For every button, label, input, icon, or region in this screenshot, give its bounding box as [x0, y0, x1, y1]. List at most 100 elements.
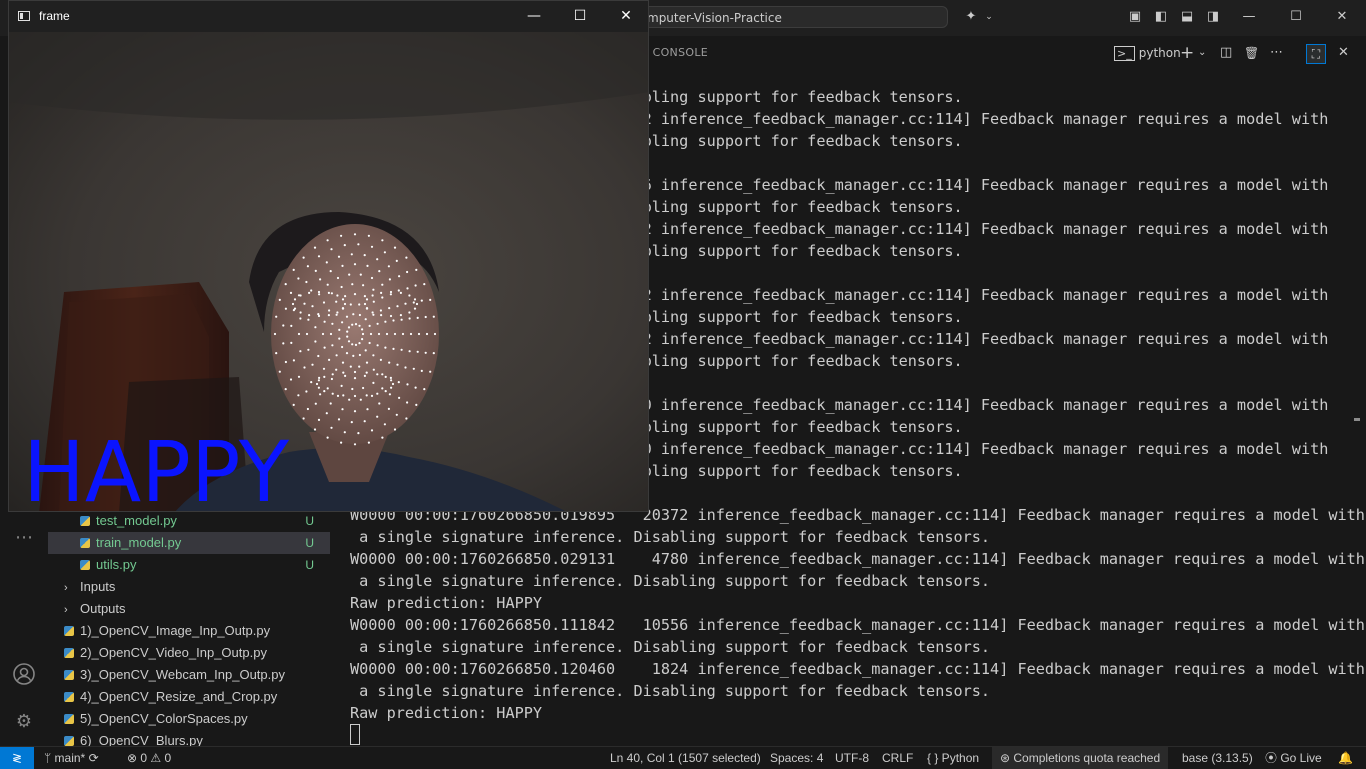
landmark-dot — [376, 322, 379, 325]
landmark-dot — [361, 328, 364, 331]
eol-status[interactable]: CRLF — [882, 747, 913, 769]
explorer-folder[interactable]: › Outputs — [48, 598, 330, 620]
more-icon[interactable]: ⋯ — [12, 526, 36, 550]
landmark-dot — [358, 303, 361, 306]
cv-maximize-button[interactable]: ☐ — [557, 1, 603, 32]
landmark-dot — [323, 320, 326, 323]
language-mode[interactable]: { } Python — [927, 747, 979, 769]
landmark-dot — [408, 350, 411, 353]
problems-status[interactable]: ⊗ 0 ⚠ 0 — [127, 747, 171, 769]
landmark-dot — [302, 256, 305, 259]
copilot-dropdown-chevron-icon[interactable]: ⌄ — [980, 8, 998, 26]
toggle-sidebar-icon[interactable]: ◧ — [1152, 8, 1170, 26]
notifications-bell-icon[interactable]: 🔔 — [1338, 747, 1353, 769]
landmark-dot — [351, 387, 354, 391]
branch-status[interactable]: ᛘ main* ⟳ — [44, 747, 99, 769]
explorer-file[interactable]: 3)_OpenCV_Webcam_Inp_Outp.py — [48, 664, 330, 686]
landmark-dot — [393, 332, 397, 336]
landmark-dot — [363, 254, 366, 257]
landmark-dot — [346, 330, 349, 333]
landmark-dot — [331, 344, 334, 347]
python-file-icon — [64, 692, 74, 702]
landmark-dot — [326, 239, 329, 242]
close-button[interactable]: ✕ — [1333, 8, 1351, 26]
landmark-dot — [395, 259, 398, 262]
terminal-select[interactable]: >_ python — [1114, 44, 1181, 62]
sync-icon[interactable]: ⟳ — [89, 751, 99, 765]
landmark-dot — [365, 361, 369, 364]
explorer-file[interactable]: utils.py U — [48, 554, 330, 576]
copilot-icon[interactable]: ✦ — [962, 8, 980, 26]
python-interpreter[interactable]: base (3.13.5) — [1182, 747, 1253, 769]
explorer-file[interactable]: 4)_OpenCV_Resize_and_Crop.py — [48, 686, 330, 708]
toggle-panel-icon[interactable]: ⬓ — [1178, 8, 1196, 26]
landmark-dot — [372, 300, 375, 303]
panel-more-icon[interactable]: ⋯ — [1270, 44, 1283, 62]
landmark-dot — [311, 363, 314, 366]
landmark-dot — [384, 346, 387, 349]
landmark-dot — [305, 390, 308, 393]
explorer-file[interactable]: train_model.py U — [48, 532, 330, 554]
new-terminal-button[interactable]: + — [1180, 44, 1194, 62]
landmark-dot — [315, 382, 319, 386]
minimize-button[interactable]: — — [1240, 8, 1258, 26]
explorer-file[interactable]: test_model.py U — [48, 510, 330, 532]
landmark-dot — [284, 388, 287, 391]
landmark-dot — [317, 314, 321, 318]
opencv-window[interactable]: frame — ☐ ✕ HAPPY — [8, 0, 649, 512]
landmark-dot — [376, 373, 379, 376]
layout-customize-icon[interactable]: ▣ — [1126, 8, 1144, 26]
cv-minimize-button[interactable]: — — [511, 1, 557, 32]
landmark-dot — [310, 289, 313, 292]
landmark-dot — [420, 369, 423, 372]
encoding-status[interactable]: UTF-8 — [835, 747, 869, 769]
explorer-file[interactable]: 5)_OpenCV_ColorSpaces.py — [48, 708, 330, 730]
new-terminal-dropdown-icon[interactable]: ⌄ — [1198, 44, 1206, 62]
explorer-file[interactable]: 1)_OpenCV_Image_Inp_Outp.py — [48, 620, 330, 642]
maximize-panel-icon[interactable]: ⛶ — [1306, 44, 1326, 64]
explorer-folder[interactable]: › Inputs — [48, 576, 330, 598]
landmark-dot — [318, 293, 321, 296]
landmark-dot — [408, 311, 411, 314]
landmark-dot — [358, 324, 361, 327]
landmark-dot — [400, 318, 403, 321]
landmark-dot — [413, 298, 417, 301]
toggle-secondary-sidebar-icon[interactable]: ◨ — [1204, 8, 1222, 26]
landmark-dot — [433, 332, 437, 336]
status-bar: ≷ ᛘ main* ⟳ ⊗ 0 ⚠ 0 Ln 40, Col 1 (1507 s… — [0, 746, 1366, 769]
landmark-dot — [350, 253, 353, 256]
opencv-titlebar[interactable]: frame — ☐ ✕ — [9, 1, 648, 32]
scrollbar-marker[interactable] — [1354, 418, 1360, 421]
landmark-dot — [353, 293, 357, 296]
python-file-icon — [80, 560, 90, 570]
maximize-button[interactable]: ☐ — [1287, 8, 1305, 26]
landmark-dot — [397, 289, 400, 292]
indentation-status[interactable]: Spaces: 4 — [770, 747, 823, 769]
landmark-dot — [341, 345, 344, 349]
close-panel-icon[interactable]: ✕ — [1338, 44, 1349, 62]
landmark-dot — [381, 296, 384, 299]
explorer-file[interactable]: 2)_OpenCV_Video_Inp_Outp.py — [48, 642, 330, 664]
landmark-dot — [370, 245, 374, 248]
cursor-position[interactable]: Ln 40, Col 1 (1507 selected) — [610, 747, 761, 769]
landmark-dot — [415, 268, 418, 271]
remote-indicator-icon[interactable]: ≷ — [0, 747, 34, 769]
landmark-dot — [335, 313, 338, 316]
landmark-dot — [397, 381, 400, 384]
landmark-dot — [378, 270, 381, 273]
landmark-dot — [393, 428, 397, 431]
cv-close-button[interactable]: ✕ — [603, 1, 648, 32]
landmark-dot — [429, 370, 432, 373]
kill-terminal-icon[interactable]: 🗑 — [1244, 44, 1259, 62]
tab-debug-console[interactable]: G CONSOLE — [640, 46, 708, 59]
accounts-icon[interactable] — [12, 662, 36, 686]
split-terminal-icon[interactable]: ◫ — [1220, 44, 1232, 62]
go-live-button[interactable]: ⦿ Go Live — [1265, 747, 1322, 769]
git-status-badge: U — [305, 536, 314, 550]
manage-gear-icon[interactable]: ⚙ — [12, 710, 36, 734]
copilot-status[interactable]: ⊛ Completions quota reached — [992, 747, 1169, 769]
landmark-dot — [352, 354, 355, 357]
landmark-dot — [365, 298, 369, 301]
landmark-dot — [336, 311, 339, 314]
explorer-item-label: Outputs — [80, 601, 126, 616]
